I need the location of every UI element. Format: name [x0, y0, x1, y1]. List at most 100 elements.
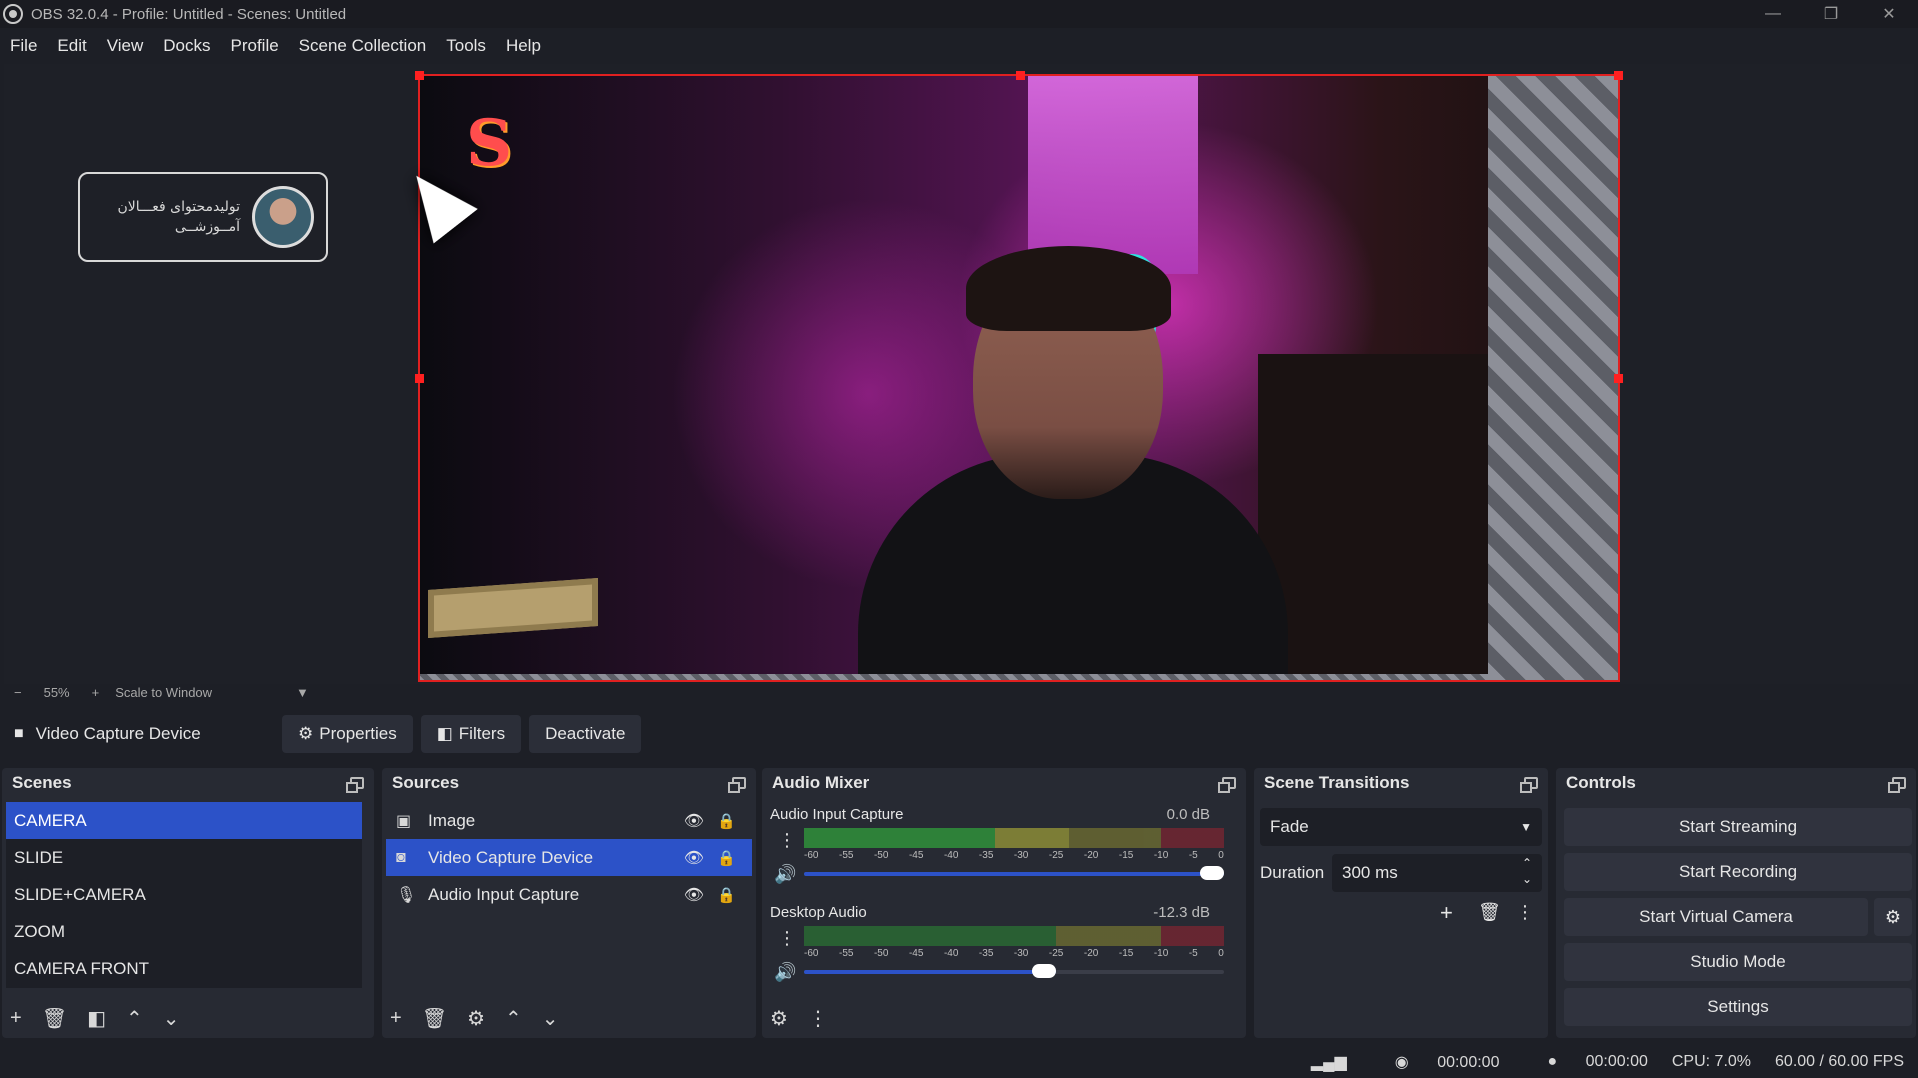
bookshelf: [1258, 354, 1498, 682]
move-up-icon[interactable]: ⌃: [126, 1006, 143, 1031]
float-dock-icon[interactable]: [1520, 777, 1538, 793]
volume-slider[interactable]: [804, 964, 1224, 978]
volume-knob[interactable]: [1200, 866, 1224, 880]
cpu-usage: CPU: 7.0%: [1671, 1053, 1752, 1070]
volume-icon[interactable]: 🔊: [774, 962, 796, 983]
meter-tick-label: -60: [804, 948, 819, 959]
lock-icon[interactable]: 🔒: [717, 886, 736, 904]
stepper-down-icon[interactable]: ⌄: [1522, 872, 1532, 886]
transition-select[interactable]: Fade ▼: [1260, 808, 1542, 846]
start-recording-button[interactable]: Start Recording: [1564, 853, 1912, 891]
move-down-icon[interactable]: ⌄: [542, 1006, 559, 1031]
volume-icon[interactable]: 🔊: [774, 864, 796, 885]
softbox-light: [1028, 74, 1198, 274]
add-transition-icon[interactable]: +: [1440, 900, 1453, 926]
more-options-icon[interactable]: ⋮: [808, 1006, 828, 1031]
more-options-icon[interactable]: ⋮: [778, 830, 796, 851]
preview-canvas[interactable]: تولیدمحتوای فعـــالان آمــوزشــی S: [4, 64, 1914, 684]
float-dock-icon[interactable]: [728, 777, 746, 793]
menu-docks[interactable]: Docks: [163, 36, 210, 56]
scene-item[interactable]: ZOOM: [6, 913, 362, 950]
sources-list: ▣ Image 👁 🔒 ◙ Video Capture Device 👁 🔒 🎙…: [386, 802, 752, 988]
menu-view[interactable]: View: [107, 36, 144, 56]
volume-fill: [804, 872, 1224, 876]
maximize-button[interactable]: ❐: [1802, 0, 1860, 28]
eye-icon[interactable]: 👁: [684, 885, 704, 905]
menu-edit[interactable]: Edit: [57, 36, 86, 56]
scene-item[interactable]: CAMERA FRONT: [6, 950, 362, 987]
channel-name: Audio Input Capture: [770, 806, 904, 823]
menu-bar: File Edit View Docks Profile Scene Colle…: [0, 30, 561, 62]
meter-tick-label: -30: [1013, 850, 1029, 861]
meter-ticks: -60 -55 -50 -45 -40 -35 -30 -25 -20 -15 -10 -5 0: [804, 948, 1224, 959]
meter-ticks: -60 -55 -50 -45 -40 -35 -30 -25 -20 -15 -10 -5 0: [804, 850, 1224, 861]
float-dock-icon[interactable]: [1888, 777, 1906, 793]
meter-tick-label: -35: [978, 948, 994, 959]
trash-icon[interactable]: 🗑: [1478, 902, 1501, 923]
eye-icon[interactable]: 👁: [684, 811, 704, 831]
chevron-down-icon[interactable]: ▼: [296, 685, 309, 700]
advanced-audio-icon[interactable]: ⚙: [770, 1006, 788, 1031]
scene-item[interactable]: SLIDE+CAMERA: [6, 876, 362, 913]
source-item[interactable]: ◙ Video Capture Device 👁 🔒: [386, 839, 752, 876]
more-options-icon[interactable]: ⋮: [1516, 902, 1534, 923]
meter-tick-label: -25: [1048, 948, 1064, 959]
close-button[interactable]: ✕: [1860, 0, 1918, 28]
meter-tick-label: 0: [1218, 850, 1224, 861]
float-dock-icon[interactable]: [1218, 777, 1236, 793]
virtual-camera-gear-icon[interactable]: ⚙: [1874, 898, 1912, 936]
volume-fill: [804, 970, 1056, 974]
scene-item[interactable]: CAMERA: [6, 802, 362, 839]
deactivate-button[interactable]: Deactivate: [529, 715, 642, 753]
meter-tick-label: -10: [1153, 850, 1169, 861]
properties-button[interactable]: ⚙ Properties: [282, 715, 413, 753]
meter-tick-label: -45: [908, 850, 924, 861]
trash-icon[interactable]: 🗑: [422, 1006, 447, 1031]
menu-file[interactable]: File: [10, 36, 37, 56]
start-streaming-button[interactable]: Start Streaming: [1564, 808, 1912, 846]
start-virtual-camera-button[interactable]: Start Virtual Camera: [1564, 898, 1868, 936]
studio-mode-button[interactable]: Studio Mode: [1564, 943, 1912, 981]
trash-icon[interactable]: 🗑: [42, 1006, 67, 1031]
image-icon: ▣: [396, 812, 412, 830]
record-icon: ●: [1547, 1053, 1558, 1070]
gear-icon[interactable]: ⚙: [467, 1006, 485, 1031]
duration-input[interactable]: 300 ms ⌃ ⌄: [1332, 854, 1542, 892]
minimize-button[interactable]: —: [1744, 0, 1802, 28]
add-scene-icon[interactable]: +: [10, 1007, 22, 1030]
zoom-in-button[interactable]: +: [92, 685, 100, 700]
eye-icon[interactable]: 👁: [684, 848, 704, 868]
menu-profile[interactable]: Profile: [230, 36, 278, 56]
move-down-icon[interactable]: ⌄: [163, 1006, 180, 1031]
zoom-out-button[interactable]: −: [14, 685, 22, 700]
settings-button[interactable]: Settings: [1564, 988, 1912, 1026]
source-item[interactable]: 🎙 Audio Input Capture 👁 🔒: [386, 876, 752, 913]
lock-icon[interactable]: 🔒: [717, 812, 736, 830]
add-source-icon[interactable]: +: [390, 1007, 402, 1030]
scale-mode-select[interactable]: Scale to Window: [115, 685, 212, 700]
video-capture-frame[interactable]: [418, 74, 1620, 682]
lock-icon[interactable]: 🔒: [717, 849, 736, 867]
menu-tools[interactable]: Tools: [446, 36, 486, 56]
scene-item[interactable]: SLIDE: [6, 839, 362, 876]
menu-scene-collection[interactable]: Scene Collection: [299, 36, 427, 56]
channel-name: Desktop Audio: [770, 904, 867, 921]
overlay-card[interactable]: تولیدمحتوای فعـــالان آمــوزشــی: [78, 172, 328, 262]
mixer-channel: Audio Input Capture 0.0 dB ⋮ -60 -55 -50 -4…: [770, 806, 1224, 896]
scene-transitions-title: Scene Transitions: [1264, 773, 1410, 792]
source-item[interactable]: ▣ Image 👁 🔒: [386, 802, 752, 839]
scenes-title: Scenes: [12, 773, 72, 792]
float-dock-icon[interactable]: [346, 777, 364, 793]
volume-knob[interactable]: [1032, 964, 1056, 978]
volume-slider[interactable]: [804, 866, 1224, 880]
brand-logo-icon: S: [466, 106, 513, 181]
title-bar: OBS 32.0.4 - Profile: Untitled - Scenes:…: [0, 0, 1918, 28]
filters-button[interactable]: ◧ Filters: [420, 715, 522, 753]
window-title: OBS 32.0.4 - Profile: Untitled - Scenes:…: [31, 5, 347, 23]
move-up-icon[interactable]: ⌃: [505, 1006, 522, 1031]
more-options-icon[interactable]: ⋮: [778, 928, 796, 949]
chevron-down-icon: ▼: [1520, 820, 1532, 834]
stepper-up-icon[interactable]: ⌃: [1522, 856, 1532, 870]
menu-help[interactable]: Help: [506, 36, 541, 56]
scene-filters-icon[interactable]: ◧: [87, 1006, 106, 1031]
